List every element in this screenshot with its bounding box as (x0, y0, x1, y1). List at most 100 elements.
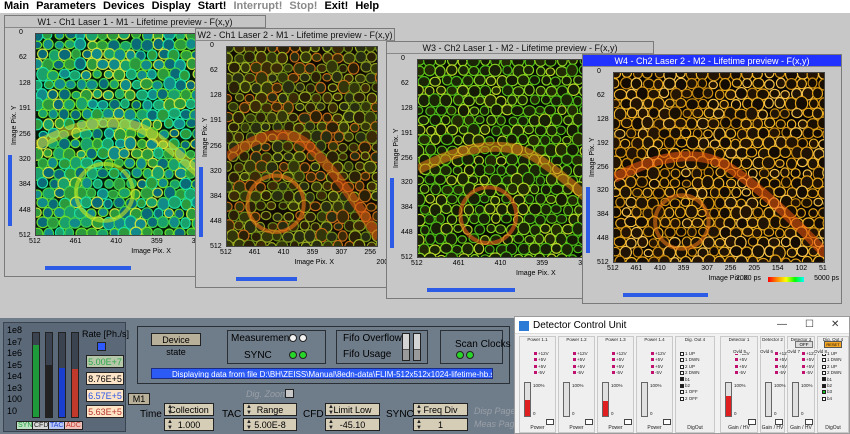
detector-channel-row[interactable]: +5V (802, 357, 814, 362)
digout-checkbox[interactable] (822, 364, 826, 369)
detector-channel-row[interactable]: 1 UP (680, 351, 695, 356)
detector-module-1[interactable]: Power 1.1 +12V +5V +5V -5V 100% 0 Power (519, 336, 556, 433)
lifetime-image-w2[interactable] (226, 46, 378, 247)
detector-channel-row[interactable]: -5V (775, 370, 786, 375)
preview-window-w2[interactable]: W2 - Ch1 Laser 2 - M1 - Lifetime preview… (195, 28, 395, 288)
gain-bar[interactable] (792, 382, 799, 417)
detector-channel-row[interactable]: b1 (822, 377, 832, 382)
sync-mode-select[interactable]: ▲ ▼ Freq Div (413, 403, 468, 416)
gain-bar[interactable] (563, 382, 570, 417)
menu-item-4[interactable]: Start! (198, 0, 227, 13)
vertical-scrollbar-w3[interactable] (390, 178, 394, 249)
detector-channel-row[interactable]: b4 (822, 396, 832, 401)
menu-item-5[interactable]: Interrupt! (233, 0, 282, 13)
gain-bar[interactable] (524, 382, 531, 417)
gain-bar[interactable] (725, 382, 732, 417)
detector-channel-row[interactable]: b3 (822, 389, 832, 394)
digout-checkbox[interactable] (822, 358, 826, 363)
detector-channel-row[interactable]: -5V (802, 370, 813, 375)
dig-zoom-checkbox[interactable] (285, 389, 294, 398)
detector-channel-row[interactable]: -5V (573, 370, 584, 375)
time-value-input[interactable]: ▲ ▼ 1.000 (164, 418, 214, 431)
detector-channel-row[interactable]: +5V (534, 364, 546, 369)
detector-module-2[interactable]: Power 1.2 +12V +5V +5V -5V 100% 0 Power (558, 336, 595, 433)
gain-bar[interactable] (602, 382, 609, 417)
detector-channel-row[interactable]: 1 DWN (680, 357, 700, 362)
detector-channel-row[interactable]: 1 DWN (822, 357, 842, 362)
preview-window-w4[interactable]: W4 - Ch2 Laser 2 - M2 - Lifetime preview… (582, 54, 842, 304)
detector-channel-row[interactable]: b1 (680, 377, 690, 382)
digout-checkbox[interactable] (680, 364, 684, 369)
detector-channel-row[interactable]: 2 DWN (680, 370, 700, 375)
digout-checkbox[interactable] (680, 371, 684, 375)
detector-channel-row[interactable]: -5V (612, 370, 623, 375)
close-icon[interactable]: ✕ (831, 319, 839, 330)
menu-item-8[interactable]: Help (355, 0, 379, 13)
menu-item-3[interactable]: Display (152, 0, 191, 13)
digout-checkbox[interactable] (822, 383, 826, 388)
detector-channel-row[interactable]: +5V (534, 357, 546, 362)
minimize-icon[interactable]: — (777, 319, 787, 330)
digout-checkbox[interactable] (680, 383, 684, 388)
detector-channel-row[interactable]: +5V (573, 364, 585, 369)
digout-checkbox[interactable] (822, 377, 826, 382)
gain-bar[interactable] (765, 382, 772, 417)
fifo-toggle-1[interactable] (402, 333, 410, 361)
detector-channel-row[interactable]: -5V (651, 370, 662, 375)
digout-checkbox[interactable] (822, 371, 826, 375)
detector-channel-row[interactable]: b2 (680, 383, 690, 388)
cfd-mode-select[interactable]: ▲ ▼ Limit Low (325, 403, 380, 416)
window-title-w2[interactable]: W2 - Ch1 Laser 2 - M1 - Lifetime preview… (196, 29, 394, 41)
window-title-w3[interactable]: W3 - Ch2 Laser 1 - M2 - Lifetime preview… (387, 42, 653, 54)
detector-channel-row[interactable]: -5V (534, 370, 545, 375)
horizontal-scrollbar-w4[interactable] (623, 293, 708, 297)
detector-channel-row[interactable]: +12V (651, 351, 666, 356)
detector-channel-row[interactable]: +5V (612, 364, 624, 369)
detector-control-window[interactable]: Detector Control Unit — ☐ ✕ Power 1.1 +12… (514, 316, 850, 434)
fifo-toggle-2[interactable] (413, 333, 421, 361)
detector-channel-row[interactable]: +12V (573, 351, 588, 356)
detector-channel-row[interactable]: b2 (822, 383, 832, 388)
detector-channel-row[interactable]: +5V (612, 357, 624, 362)
vertical-scrollbar-w4[interactable] (586, 186, 590, 254)
detector-channel-row[interactable]: 2 UP (822, 364, 837, 369)
digout-checkbox[interactable] (680, 396, 684, 401)
detector-channel-row[interactable]: 2 DWN (822, 370, 842, 375)
window-title-w1[interactable]: W1 - Ch1 Laser 1 - M1 - Lifetime preview… (5, 16, 265, 28)
detector-channel-row[interactable]: 2 UP (680, 364, 695, 369)
digout-checkbox[interactable] (680, 351, 684, 356)
detector-channel-row[interactable]: -5V (735, 370, 746, 375)
tac-value-input[interactable]: ▲ ▼ 5.00E-8 (243, 418, 297, 431)
digout-checkbox[interactable] (680, 358, 684, 363)
digout-checkbox[interactable] (822, 390, 826, 395)
detector-channel-row[interactable]: +5V (735, 364, 747, 369)
maximize-icon[interactable]: ☐ (805, 319, 814, 330)
vertical-scrollbar-w1[interactable] (8, 154, 12, 226)
menu-item-2[interactable]: Devices (103, 0, 145, 13)
cfd-value-input[interactable]: ▲ ▼ -45.10 (325, 418, 380, 431)
horizontal-scrollbar-w3[interactable] (427, 288, 515, 292)
detector-channel-row[interactable]: +5V (651, 357, 663, 362)
reset-button[interactable]: RESET (824, 341, 842, 348)
tac-mode-select[interactable]: ▲ ▼ Range (243, 403, 297, 416)
menu-item-7[interactable]: Exit! (324, 0, 348, 13)
detector-control-titlebar[interactable]: Detector Control Unit (515, 317, 849, 334)
detector-channel-row[interactable]: +5V (573, 357, 585, 362)
time-mode-select[interactable]: ▲ ▼ Collection (164, 403, 214, 416)
off-button[interactable]: OFF (795, 341, 813, 348)
detector-channel-row[interactable]: +12V (534, 351, 549, 356)
detector-module-5[interactable]: Dig. Out 4 1 UP 1 DWN 2 UP 2 DWN b1 b2 1 OFF 2 O… (675, 336, 715, 433)
menu-item-6[interactable]: Stop! (289, 0, 317, 13)
rate-checkbox[interactable] (97, 342, 106, 351)
menu-item-1[interactable]: Parameters (36, 0, 96, 13)
lifetime-image-w4[interactable] (613, 72, 825, 263)
detector-channel-row[interactable]: +5V (775, 364, 787, 369)
gain-bar[interactable] (641, 382, 648, 417)
window-title-w4[interactable]: W4 - Ch2 Laser 2 - M2 - Lifetime preview… (583, 55, 841, 67)
digout-checkbox[interactable] (680, 377, 684, 382)
digout-checkbox[interactable] (680, 390, 684, 395)
detector-channel-row[interactable]: +5V (802, 364, 814, 369)
detector-channel-row[interactable]: +5V (735, 357, 747, 362)
detector-channel-row[interactable]: +12V (612, 351, 627, 356)
detector-module-4[interactable]: Power 1.4 +12V +5V +5V -5V 100% 0 Power (636, 336, 673, 433)
